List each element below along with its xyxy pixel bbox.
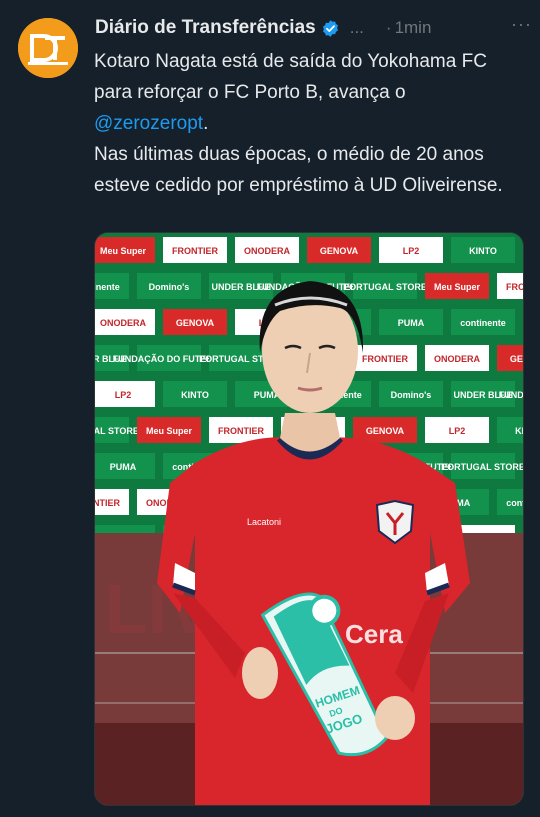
tweet-paragraph-2: Nas últimas duas épocas, o médio de 20 a… <box>94 144 503 196</box>
right-hand <box>375 696 415 740</box>
dt-logo-icon <box>18 18 78 78</box>
sponsor-label: PORTUGAL STORE <box>95 426 139 436</box>
mention-link[interactable]: @zerozeropt <box>94 113 203 134</box>
tweet-paragraph-1: Kotaro Nagata está de saída do Yokohama … <box>94 46 524 139</box>
sponsor-label: continente <box>506 498 523 508</box>
sponsor-label: LP2 <box>449 426 466 436</box>
sponsor-label: PUMA <box>110 462 137 472</box>
sponsor-label: FRONTIER <box>218 426 264 436</box>
sponsor-label: Meu Super <box>100 246 147 256</box>
tweet-line-1-end: . <box>203 113 209 134</box>
sponsor-label: FRONTIER <box>506 282 523 292</box>
sponsor-label: FRONTIER <box>95 498 120 508</box>
sponsor-label: continente <box>460 318 506 328</box>
verified-badge-icon <box>322 19 338 37</box>
sponsor-label: LP2 <box>115 390 132 400</box>
sponsor-label: GENOVA <box>320 246 359 256</box>
tweet-header: Diário de Transferências ... · 1min <box>95 14 530 42</box>
sponsor-label: FUNDAÇÃO DO FUTEBOL <box>499 390 523 400</box>
tweet-line-1: Kotaro Nagata está de saída do Yokohama … <box>94 51 487 103</box>
sponsor-label: Meu Super <box>434 282 481 292</box>
sponsor-label: PORTUGAL STORE <box>343 282 427 292</box>
shirt-brand: Lacatoni <box>247 517 281 527</box>
shirt-sponsor: Cera <box>345 619 403 649</box>
sponsor-label: FRONTIER <box>362 354 408 364</box>
tweet[interactable]: Diário de Transferências ... · 1min ··· … <box>0 0 540 817</box>
avatar[interactable] <box>18 18 78 78</box>
sponsor-label: Meu Super <box>146 426 193 436</box>
handle-truncated: ... <box>349 18 364 37</box>
tweet-text: Kotaro Nagata está de saída do Yokohama … <box>94 46 524 201</box>
sponsor-label: GENOVA <box>510 354 523 364</box>
sponsor-label: KINTO <box>469 246 497 256</box>
more-options-icon[interactable]: ··· <box>511 14 532 35</box>
sponsor-label: GENOVA <box>176 318 215 328</box>
tweet-timestamp[interactable]: 1min <box>395 18 432 38</box>
author-name[interactable]: Diário de Transferências <box>95 17 316 39</box>
sponsor-label: ONODERA <box>244 246 291 256</box>
left-hand <box>242 647 278 699</box>
sponsor-label: PORTUGAL STORE <box>441 462 523 472</box>
separator-dot: · <box>385 18 392 37</box>
sponsor-label: PUMA <box>398 318 425 328</box>
sponsor-label: Domino's <box>391 390 432 400</box>
sponsor-label: Domino's <box>149 282 190 292</box>
tweet-photo[interactable]: Meu Super FRONTIER ONODERA GENOVA LP2 KINTO PU… <box>94 232 524 806</box>
sponsor-label: continente <box>95 282 120 292</box>
sponsor-label: KINTO <box>515 426 523 436</box>
sponsor-label: ONODERA <box>100 318 147 328</box>
sponsor-label: ONODERA <box>434 354 481 364</box>
sponsor-label: FRONTIER <box>172 246 218 256</box>
player-photo: Meu Super FRONTIER ONODERA GENOVA LP2 KINTO PU… <box>95 233 523 805</box>
sponsor-label: KINTO <box>181 390 209 400</box>
sponsor-label: GENOVA <box>366 426 405 436</box>
sponsor-label: LP2 <box>403 246 420 256</box>
